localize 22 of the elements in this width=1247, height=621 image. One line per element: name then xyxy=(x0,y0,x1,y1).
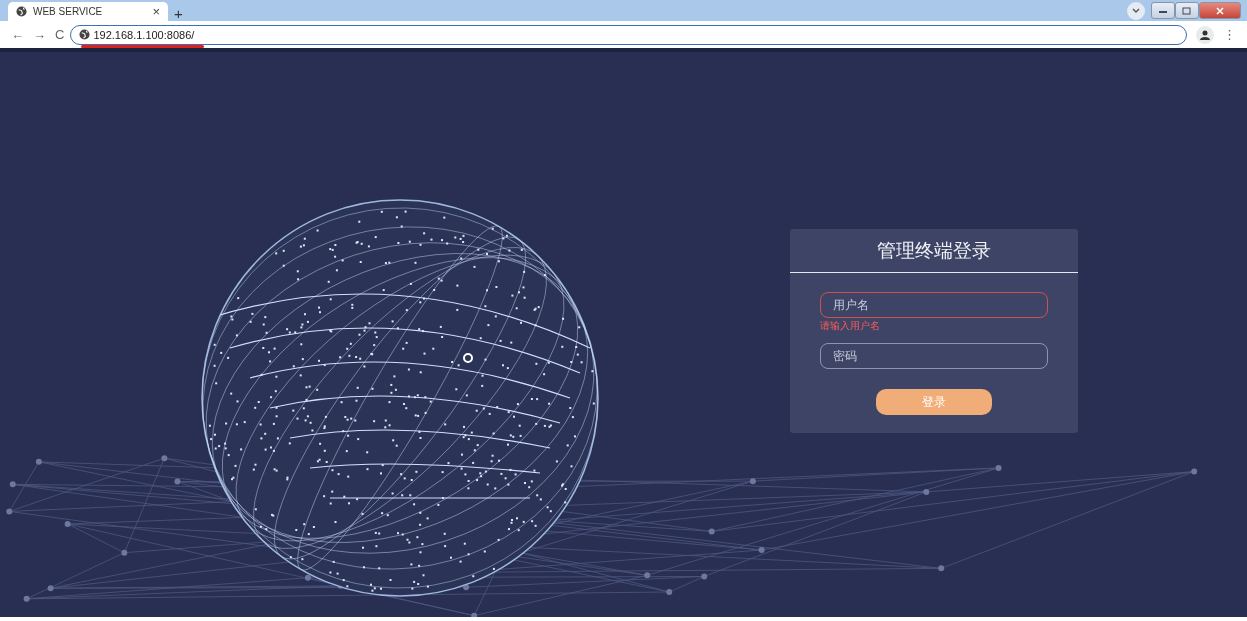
new-tab-button[interactable]: + xyxy=(168,6,189,21)
reload-button[interactable]: C xyxy=(52,24,68,45)
back-button[interactable]: ← xyxy=(8,24,27,45)
forward-button[interactable]: → xyxy=(30,24,49,45)
tab-search-button[interactable] xyxy=(1127,2,1145,20)
url-text: 192.168.1.100:8086/ xyxy=(93,28,195,41)
maximize-icon xyxy=(1182,6,1192,15)
minimize-button[interactable] xyxy=(1151,2,1175,19)
close-icon xyxy=(1215,6,1225,15)
close-tab-button[interactable]: × xyxy=(152,1,160,22)
login-title: 管理终端登录 xyxy=(790,229,1078,273)
browser-tab[interactable]: WEB SERVICE × xyxy=(8,2,168,21)
username-field[interactable]: 用户名 xyxy=(820,291,1048,318)
password-field[interactable]: 密码 xyxy=(820,342,1048,369)
chevron-down-icon xyxy=(1132,7,1140,14)
menu-button[interactable]: ⋮ xyxy=(1220,24,1239,45)
close-window-button[interactable] xyxy=(1199,2,1241,19)
site-globe-icon xyxy=(79,29,91,40)
error-message: 请输入用户名 xyxy=(820,320,881,331)
site-globe-icon xyxy=(16,6,27,17)
profile-icon[interactable] xyxy=(1196,25,1214,44)
tab-title: WEB SERVICE xyxy=(33,5,103,19)
